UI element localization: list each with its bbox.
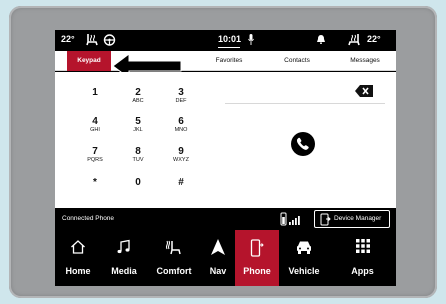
nav-media-label: Media: [111, 266, 137, 276]
nav-comfort[interactable]: Comfort: [147, 230, 201, 286]
backspace-icon[interactable]: [355, 85, 373, 97]
driver-temperature[interactable]: 22°: [61, 34, 75, 44]
battery-signal-icon: [280, 212, 300, 226]
nav-nav[interactable]: Nav: [201, 230, 235, 286]
nav-home-label: Home: [65, 266, 91, 276]
keypad-key-8[interactable]: 8 TUV: [115, 146, 161, 163]
nav-home[interactable]: Home: [55, 230, 101, 286]
notification-bell-icon: [317, 35, 325, 44]
nav-nav-label: Nav: [209, 266, 227, 276]
tab-messages[interactable]: Messages: [340, 51, 390, 71]
keypad-key-hash[interactable]: #: [158, 177, 204, 188]
device-manager-icon: [320, 213, 331, 226]
nav-media[interactable]: Media: [101, 230, 147, 286]
keypad-key-7[interactable]: 7 PQRS: [72, 146, 118, 163]
keypad-key-6[interactable]: 6 MNO: [158, 116, 204, 133]
keypad-key-2[interactable]: 2 ABC: [115, 87, 161, 104]
number-entry-divider: [225, 103, 385, 104]
status-bar: 22° 10:01 22°: [55, 30, 396, 50]
device-manager-button[interactable]: Device Manager: [314, 210, 390, 228]
apps-grid-icon: [355, 239, 370, 253]
connected-phone-label: Connected Phone: [62, 215, 115, 222]
heated-steering-wheel-icon[interactable]: [103, 33, 116, 46]
keypad-panel: 1 2 ABC 3 DEF 4 GHI 5 JKL 6 MNO 7 PQRS 8 TUV 9W…: [55, 72, 396, 208]
nav-phone-label: Phone: [243, 266, 271, 276]
nav-vehicle[interactable]: Vehicle: [279, 230, 329, 286]
nav-apps-label: Apps: [351, 266, 374, 276]
phone-tab-bar: Keypad Favorites Contacts Messages: [55, 51, 396, 71]
heated-seat-icon: [166, 240, 181, 255]
nav-phone[interactable]: Phone: [235, 230, 279, 286]
keypad-key-0[interactable]: 0: [115, 177, 161, 188]
nav-apps[interactable]: Apps: [329, 230, 396, 286]
nav-vehicle-label: Vehicle: [288, 266, 320, 276]
keypad-key-star[interactable]: *: [72, 177, 118, 188]
keypad-key-9[interactable]: 9 WXYZ: [158, 146, 204, 163]
microphone-icon: [248, 34, 254, 45]
passenger-heated-seat-icon[interactable]: [347, 33, 361, 46]
music-note-icon: [117, 239, 130, 254]
phone-icon: [250, 239, 264, 257]
clock-underline: [218, 47, 240, 48]
keypad-key-3[interactable]: 3 DEF: [158, 87, 204, 104]
bottom-nav-bar: Home Media Comfort Nav Phone Vehicle App…: [55, 230, 396, 286]
keypad-key-4[interactable]: 4 GHI: [72, 116, 118, 133]
keypad-key-5[interactable]: 5 JKL: [115, 116, 161, 133]
heated-seat-icon[interactable]: [85, 33, 99, 46]
tab-keypad[interactable]: Keypad: [67, 51, 111, 71]
device-manager-label: Device Manager: [334, 215, 382, 222]
passenger-temperature[interactable]: 22°: [367, 34, 381, 44]
keypad-key-1[interactable]: 1: [72, 87, 118, 98]
car-icon: [297, 241, 311, 254]
home-icon: [71, 240, 85, 254]
tab-contacts[interactable]: Contacts: [275, 51, 319, 71]
connection-bar: Connected Phone Device Manager: [55, 208, 396, 230]
tab-favorites[interactable]: Favorites: [207, 51, 251, 71]
clock: 10:01: [218, 34, 242, 44]
navigation-arrow-icon: [211, 239, 225, 255]
call-button[interactable]: [291, 132, 315, 156]
nav-comfort-label: Comfort: [156, 266, 192, 276]
infotainment-screen: 22° 10:01 22° Keypad Favorites Contacts …: [55, 30, 396, 286]
